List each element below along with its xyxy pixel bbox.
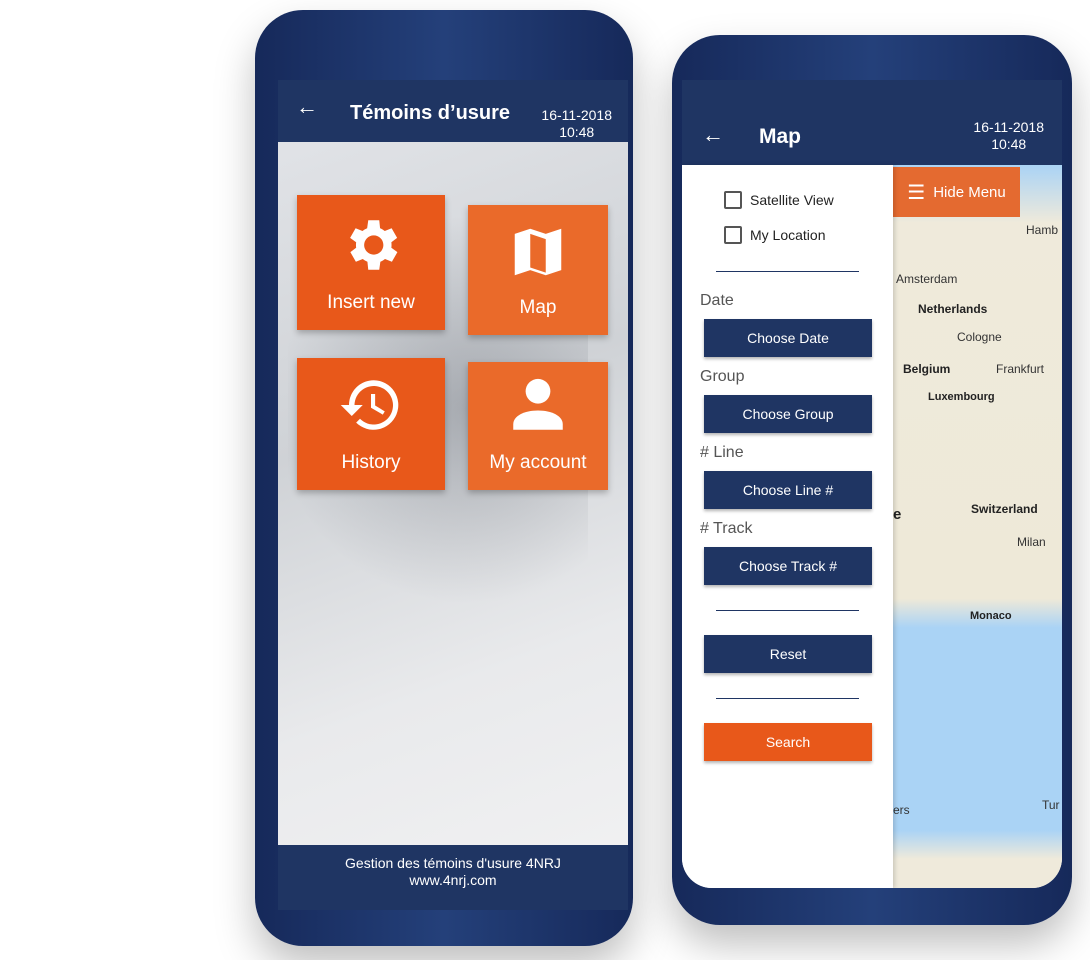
tile-label: Map <box>519 297 557 318</box>
datetime: 16-11-2018 10:48 <box>541 107 612 141</box>
tile-label: My account <box>489 452 587 473</box>
tile-history[interactable]: History <box>297 358 445 490</box>
map-label: ers <box>893 803 910 817</box>
reset-button[interactable]: Reset <box>704 635 872 673</box>
hide-menu-button[interactable]: ☰ Hide Menu <box>893 167 1020 217</box>
line-label: # Line <box>700 444 744 461</box>
right-phone: ← Map 16-11-2018 10:48 Hamb Amsterdam Net… <box>672 35 1072 925</box>
tile-label: Insert new <box>327 292 415 313</box>
date-text: 16-11-2018 <box>973 119 1044 135</box>
hide-menu-label: Hide Menu <box>933 183 1006 201</box>
date-text: 16-11-2018 <box>541 107 612 123</box>
satellite-view-checkbox[interactable]: Satellite View <box>724 191 834 209</box>
map-screen: ← Map 16-11-2018 10:48 Hamb Amsterdam Net… <box>682 80 1062 888</box>
map-label: Monaco <box>970 610 1012 622</box>
time-text: 10:48 <box>991 136 1027 152</box>
date-label: Date <box>700 292 734 309</box>
hamburger-icon: ☰ <box>907 181 926 204</box>
map-label: Frankfurt <box>996 362 1045 376</box>
group-label: Group <box>700 368 745 385</box>
map-label: Cologne <box>957 330 1002 344</box>
map-label: Tur <box>1042 798 1060 812</box>
tile-label: History <box>341 452 401 473</box>
choose-date-button[interactable]: Choose Date <box>704 319 872 357</box>
track-label: # Track <box>700 520 753 537</box>
map-label: Hamb <box>1026 223 1059 237</box>
footer-link[interactable]: www.4nrj.com <box>278 872 628 889</box>
page-title: Témoins d’usure <box>350 102 511 124</box>
divider <box>716 698 859 699</box>
search-button[interactable]: Search <box>704 723 872 761</box>
datetime: 16-11-2018 10:48 <box>973 119 1044 153</box>
filter-menu: Satellite View My Location Date Choose D… <box>682 165 893 888</box>
app-header: ← Map 16-11-2018 10:48 <box>682 80 1062 165</box>
user-icon <box>513 378 563 430</box>
footer: Gestion des témoins d'usure 4NRJ www.4nr… <box>278 845 628 910</box>
map-label: Milan <box>1017 535 1046 549</box>
map-label: Belgium <box>903 362 951 376</box>
history-icon <box>340 380 399 430</box>
gear-icon <box>350 220 398 270</box>
checkbox-label: My Location <box>750 227 826 243</box>
checkbox-box[interactable] <box>724 226 742 244</box>
checkbox-box[interactable] <box>724 191 742 209</box>
time-text: 10:48 <box>559 124 595 140</box>
checkbox-label: Satellite View <box>750 192 834 208</box>
divider <box>716 610 859 611</box>
back-arrow-icon[interactable]: ← <box>296 94 318 120</box>
divider <box>716 271 859 272</box>
my-location-checkbox[interactable]: My Location <box>724 226 825 244</box>
footer-text: Gestion des témoins d'usure 4NRJ <box>345 855 561 871</box>
home-screen: ← Témoins d’usure 16-11-2018 10:48 Insert… <box>278 80 628 910</box>
map-view[interactable]: Hamb Amsterdam Netherlands Cologne Belgi… <box>893 165 1062 888</box>
left-phone: ← Témoins d’usure 16-11-2018 10:48 Insert… <box>255 10 633 946</box>
map-label: Luxembourg <box>928 391 995 403</box>
map-label: Amsterdam <box>896 272 958 286</box>
choose-group-button[interactable]: Choose Group <box>704 395 872 433</box>
choose-track-button[interactable]: Choose Track # <box>704 547 872 585</box>
tile-my-account[interactable]: My account <box>468 362 608 490</box>
choose-line-button[interactable]: Choose Line # <box>704 471 872 509</box>
map-label: e <box>893 506 902 523</box>
tile-map[interactable]: Map <box>468 205 608 335</box>
map-icon <box>514 228 562 276</box>
page-title: Map <box>759 125 801 148</box>
map-label: Netherlands <box>918 302 988 316</box>
map-label: Switzerland <box>971 502 1038 516</box>
back-arrow-icon[interactable]: ← <box>702 122 724 148</box>
app-header: ← Témoins d’usure 16-11-2018 10:48 <box>278 80 628 142</box>
tile-insert-new[interactable]: Insert new <box>297 195 445 330</box>
